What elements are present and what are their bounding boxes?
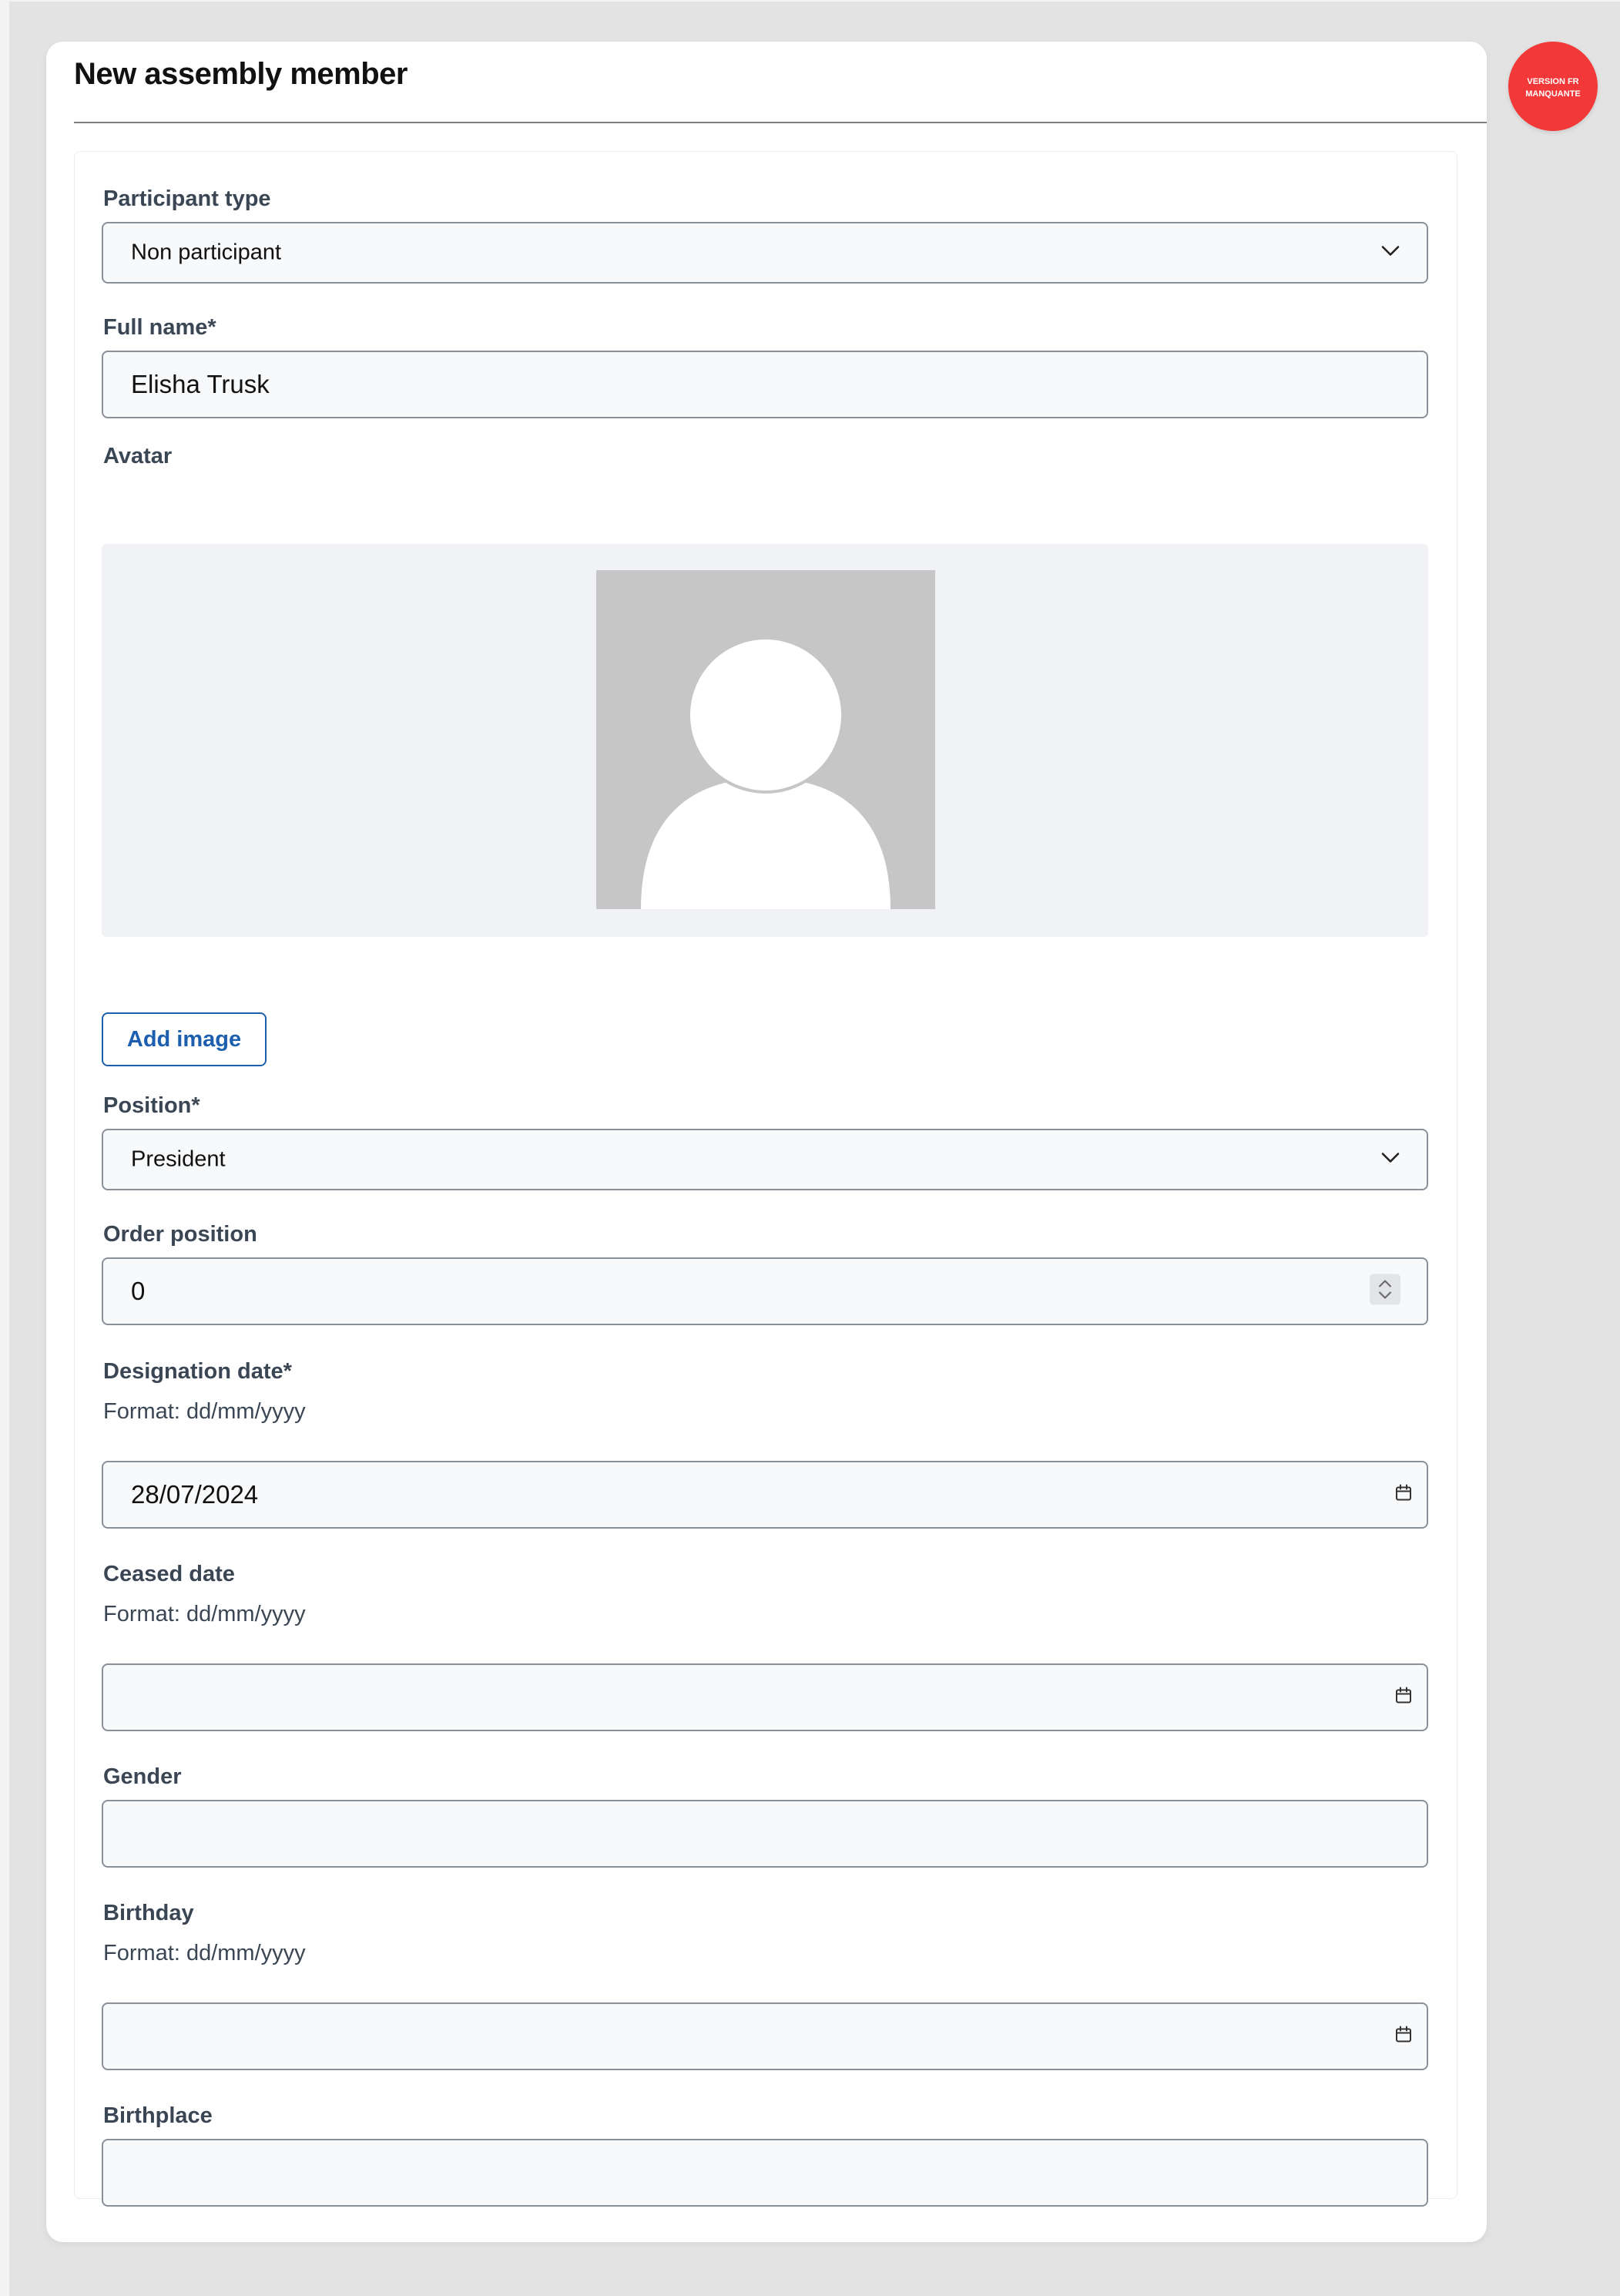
position-value: President [131,1146,226,1172]
stepper-icon[interactable] [1370,1274,1400,1309]
ceased-date-hint: Format: dd/mm/yyyy [103,1602,306,1626]
designation-date-input[interactable]: 28/07/2024 [102,1461,1428,1529]
order-position-label: Order position [103,1222,257,1247]
badge-text: VERSION FR MANQUANTE [1525,77,1581,99]
ceased-date-label: Ceased date [103,1562,235,1586]
participant-type-select[interactable]: Non participant [102,222,1428,284]
position-select[interactable]: President [102,1129,1428,1190]
participant-type-label: Participant type [103,186,271,211]
order-position-value: 0 [131,1277,146,1305]
full-name-input[interactable]: Elisha Trusk [102,351,1428,418]
missing-translation-badge: VERSION FR MANQUANTE [1508,42,1598,131]
gender-input[interactable] [102,1800,1428,1868]
calendar-icon[interactable] [1394,2026,1413,2048]
chevron-down-icon [1380,1152,1400,1168]
calendar-icon[interactable] [1394,1687,1413,1709]
title-divider [74,122,1487,123]
calendar-icon[interactable] [1394,1484,1413,1506]
birthplace-label: Birthplace [103,2103,213,2128]
birthday-hint: Format: dd/mm/yyyy [103,1941,306,1965]
full-name-label: Full name* [103,315,216,340]
form-card: New assembly member Participant type Non… [46,42,1487,2242]
full-name-value: Elisha Trusk [131,370,270,398]
designation-date-value: 28/07/2024 [131,1480,259,1509]
user-silhouette-icon [596,570,935,909]
avatar-preview [102,544,1428,937]
avatar-label: Avatar [103,444,173,468]
birthplace-input[interactable] [102,2139,1428,2207]
participant-type-value: Non participant [131,240,282,265]
position-label: Position* [103,1093,200,1118]
add-image-button[interactable]: Add image [102,1012,267,1066]
order-position-input[interactable]: 0 [102,1257,1428,1325]
page-title: New assembly member [74,57,408,91]
designation-date-hint: Format: dd/mm/yyyy [103,1399,306,1424]
birthday-input[interactable] [102,2002,1428,2070]
gender-label: Gender [103,1764,182,1789]
chevron-down-icon [1380,245,1400,261]
designation-date-label: Designation date* [103,1359,292,1384]
birthday-label: Birthday [103,1901,194,1925]
ceased-date-input[interactable] [102,1663,1428,1731]
